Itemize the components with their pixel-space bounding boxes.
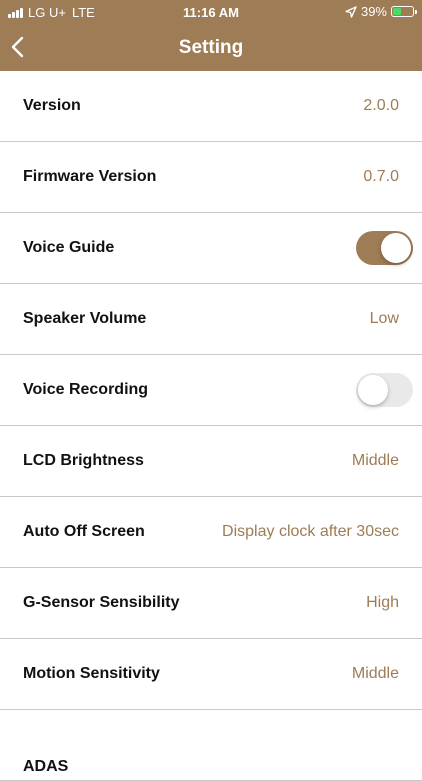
status-bar: LG U+ LTE 11:16 AM 39% (0, 0, 422, 24)
setting-row-version[interactable]: Version 2.0.0 (0, 71, 422, 142)
setting-label: LCD Brightness (23, 452, 144, 469)
app-header: LG U+ LTE 11:16 AM 39% Setting (0, 0, 422, 71)
setting-row-g-sensor-sensibility[interactable]: G-Sensor Sensibility High (0, 568, 422, 639)
battery-percent: 39% (360, 4, 387, 19)
settings-list: Version 2.0.0 Firmware Version 0.7.0 Voi… (0, 71, 422, 781)
setting-value: Middle (351, 452, 399, 469)
setting-value: 2.0.0 (363, 97, 399, 114)
toggle-knob (381, 233, 411, 263)
setting-row-motion-sensitivity[interactable]: Motion Sensitivity Middle (0, 639, 422, 710)
voice-guide-toggle[interactable] (356, 231, 413, 265)
setting-row-adas[interactable]: ADAS (0, 710, 422, 781)
setting-value: Display clock after 30sec (222, 523, 399, 540)
setting-label: Version (23, 97, 81, 114)
setting-label: Firmware Version (23, 168, 157, 185)
page-title: Setting (178, 37, 244, 58)
setting-value: High (366, 594, 399, 611)
setting-row-auto-off-screen[interactable]: Auto Off Screen Display clock after 30se… (0, 497, 422, 568)
setting-label: Voice Guide (23, 239, 115, 256)
setting-label: Auto Off Screen (23, 523, 145, 540)
location-arrow-icon (345, 5, 357, 18)
setting-row-voice-guide: Voice Guide (0, 213, 422, 284)
battery-icon (391, 6, 417, 17)
setting-value: 0.7.0 (363, 168, 399, 185)
setting-label: Speaker Volume (23, 310, 147, 327)
setting-row-lcd-brightness[interactable]: LCD Brightness Middle (0, 426, 422, 497)
setting-label: Voice Recording (23, 381, 149, 398)
setting-value: Middle (351, 665, 399, 682)
setting-label: ADAS (23, 758, 69, 775)
toggle-knob (358, 375, 388, 405)
setting-label: Motion Sensitivity (23, 665, 160, 682)
setting-row-firmware-version[interactable]: Firmware Version 0.7.0 (0, 142, 422, 213)
setting-value: Low (369, 310, 399, 327)
setting-row-voice-recording: Voice Recording (0, 355, 422, 426)
status-right: 39% (345, 4, 417, 19)
setting-label: G-Sensor Sensibility (23, 594, 180, 611)
setting-row-speaker-volume[interactable]: Speaker Volume Low (0, 284, 422, 355)
voice-recording-toggle[interactable] (356, 373, 413, 407)
